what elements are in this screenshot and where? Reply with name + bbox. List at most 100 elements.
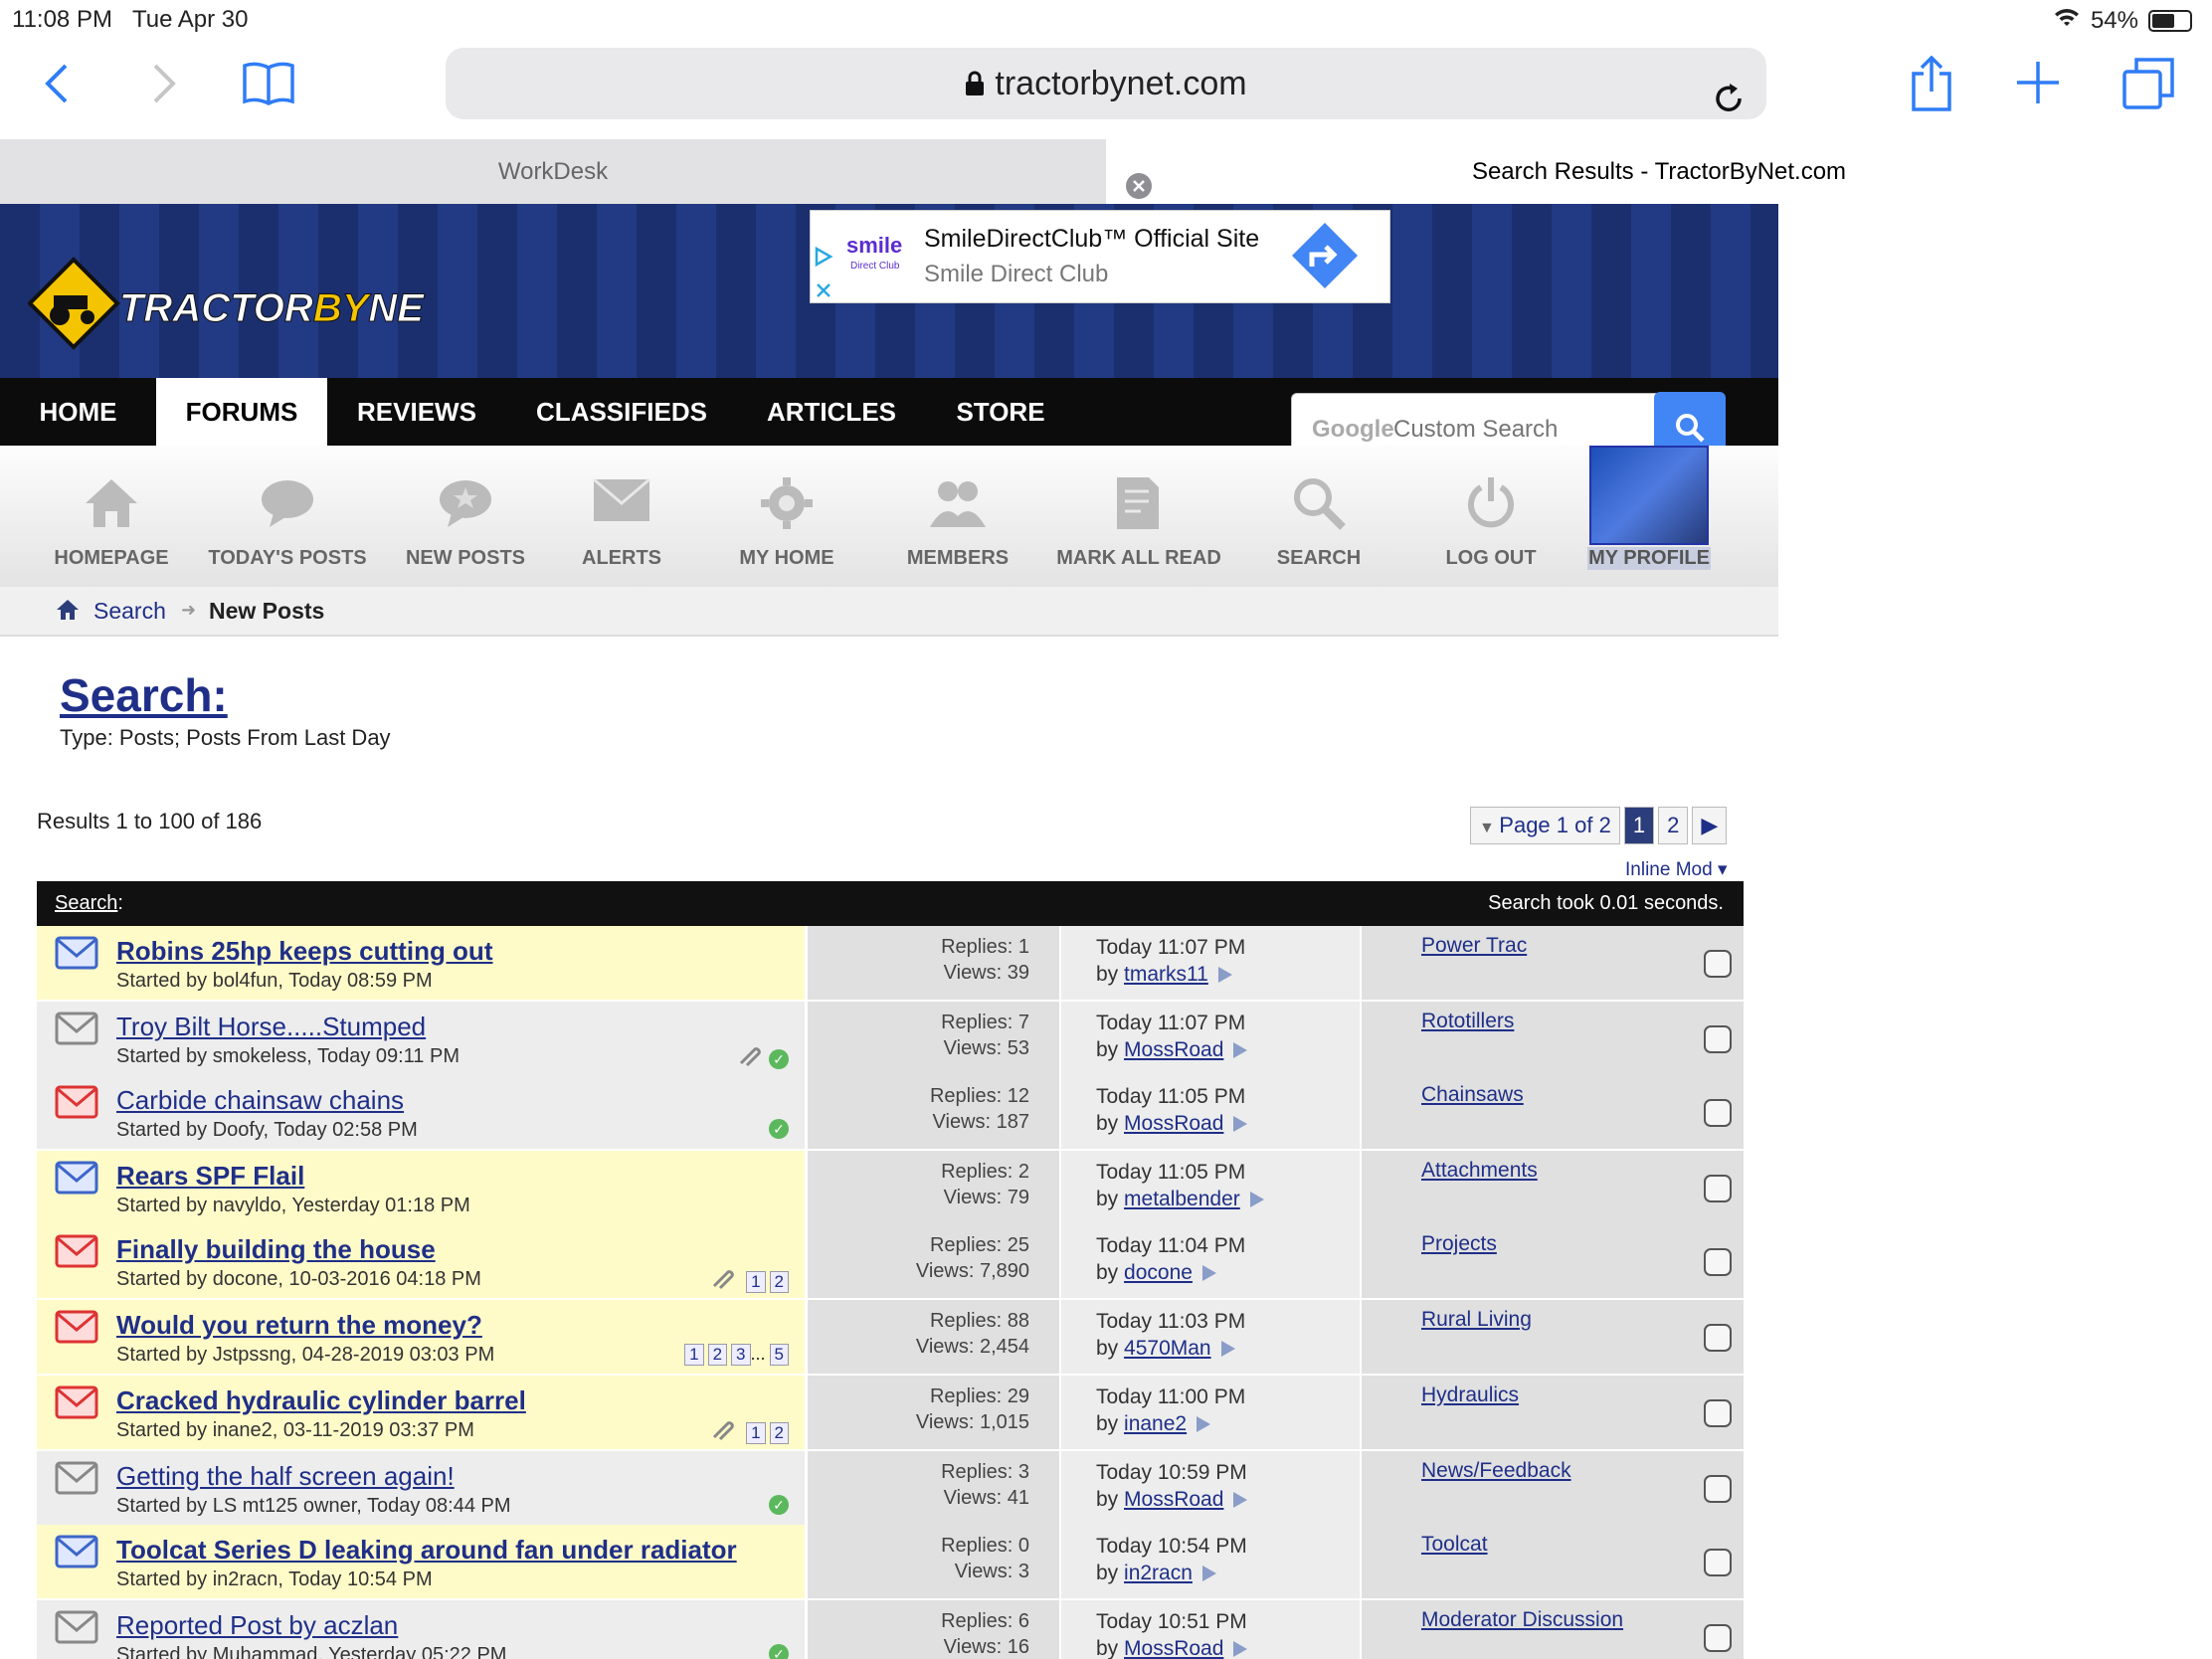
thread-page-link[interactable]: 1: [746, 1421, 766, 1444]
last-poster-link[interactable]: MossRoad: [1124, 1637, 1223, 1659]
header-search-link[interactable]: Search:: [55, 892, 123, 915]
subnav-members[interactable]: MEMBERS: [893, 446, 1022, 587]
new-tab-icon[interactable]: [2015, 60, 2061, 110]
site-logo[interactable]: TRACTORBYNET: [27, 256, 452, 360]
last-poster-link[interactable]: in2racn: [1124, 1562, 1193, 1584]
subnav-new-posts[interactable]: NEW POSTS: [398, 446, 533, 587]
last-poster-link[interactable]: metalbender: [1124, 1188, 1240, 1210]
thread-page-link[interactable]: 5: [769, 1344, 789, 1366]
last-poster-link[interactable]: MossRoad: [1124, 1112, 1223, 1135]
google-label: Google: [1312, 416, 1394, 443]
nav-articles[interactable]: ARTICLES: [737, 378, 926, 446]
page-jump[interactable]: ▼ Page 1 of 2: [1470, 807, 1620, 844]
subnav-search[interactable]: SEARCH: [1269, 446, 1369, 587]
page-1[interactable]: 1: [1623, 807, 1655, 844]
go-to-last-post-icon[interactable]: [1201, 1566, 1216, 1582]
thread-title-link[interactable]: Troy Bilt Horse.....Stumped: [116, 1012, 426, 1042]
subnav-todays-posts[interactable]: TODAY'S POSTS: [205, 446, 370, 587]
search-input[interactable]: [1393, 412, 1642, 448]
last-poster-link[interactable]: inane2: [1124, 1412, 1187, 1435]
forum-link[interactable]: Attachments: [1421, 1159, 1538, 1182]
forum-link[interactable]: Hydraulics: [1421, 1383, 1519, 1406]
go-to-last-post-icon[interactable]: [1233, 1116, 1248, 1133]
nav-store[interactable]: STORE: [926, 378, 1075, 446]
thread-select-checkbox[interactable]: [1704, 1399, 1732, 1427]
forum-link[interactable]: Toolcat: [1421, 1533, 1488, 1556]
thread-page-link[interactable]: 1: [684, 1344, 704, 1366]
thread-page-link[interactable]: 2: [769, 1270, 789, 1293]
thread-title-link[interactable]: Cracked hydraulic cylinder barrel: [116, 1385, 526, 1416]
nav-classifieds[interactable]: CLASSIFIEDS: [506, 378, 737, 446]
go-to-last-post-icon[interactable]: [1220, 1341, 1235, 1358]
thread-select-checkbox[interactable]: [1704, 1475, 1732, 1503]
ad-choices-icon[interactable]: [813, 243, 834, 307]
forum-link[interactable]: Rural Living: [1421, 1308, 1532, 1331]
ad-directions-icon[interactable]: [1290, 221, 1360, 295]
breadcrumb-search-link[interactable]: Search: [93, 598, 166, 625]
nav-forums[interactable]: FORUMS: [156, 378, 327, 446]
forum-link[interactable]: Rototillers: [1421, 1010, 1514, 1032]
go-to-last-post-icon[interactable]: [1249, 1192, 1264, 1208]
go-to-last-post-icon[interactable]: [1217, 967, 1232, 984]
thread-title-link[interactable]: Rears SPF Flail: [116, 1161, 304, 1192]
thread-title-link[interactable]: Toolcat Series D leaking around fan unde…: [116, 1535, 737, 1566]
thread-select-checkbox[interactable]: [1704, 1025, 1732, 1053]
next-page-icon[interactable]: ▶: [1692, 807, 1728, 844]
thread-page-link[interactable]: 2: [707, 1344, 728, 1366]
go-to-last-post-icon[interactable]: [1201, 1265, 1216, 1282]
go-to-last-post-icon[interactable]: [1197, 1416, 1211, 1433]
subnav-my-profile[interactable]: MY PROFILE: [1587, 446, 1711, 587]
last-poster-link[interactable]: tmarks11: [1124, 963, 1208, 986]
ad-banner[interactable]: smile Direct Club SmileDirectClub™ Offic…: [810, 210, 1390, 303]
go-to-last-post-icon[interactable]: [1233, 1492, 1248, 1509]
last-poster-link[interactable]: docone: [1124, 1261, 1193, 1284]
thread-title-link[interactable]: Reported Post by aczlan: [116, 1610, 398, 1641]
home-icon[interactable]: [56, 599, 80, 627]
back-icon[interactable]: [44, 62, 70, 110]
forum-link[interactable]: Projects: [1421, 1232, 1497, 1255]
thread-title-link[interactable]: Robins 25hp keeps cutting out: [116, 936, 492, 967]
thread-select-checkbox[interactable]: [1704, 1248, 1732, 1276]
subnav-my-home[interactable]: MY HOME: [722, 446, 851, 587]
tab-search-results[interactable]: Search Results - TractorByNet.com: [1106, 139, 2212, 204]
forward-icon[interactable]: [151, 62, 177, 110]
thread-page-link[interactable]: 3: [731, 1344, 751, 1366]
thread-page-link[interactable]: 1: [746, 1270, 766, 1293]
page-2[interactable]: 2: [1658, 807, 1689, 844]
forum-link[interactable]: Moderator Discussion: [1421, 1608, 1623, 1631]
thread-title-link[interactable]: Would you return the money?: [116, 1310, 482, 1341]
thread-select-checkbox[interactable]: [1704, 1549, 1732, 1576]
forum-link[interactable]: Power Trac: [1421, 934, 1527, 957]
thread-select-checkbox[interactable]: [1704, 1175, 1732, 1202]
go-to-last-post-icon[interactable]: [1233, 1042, 1248, 1059]
reload-icon[interactable]: [1713, 68, 1745, 139]
thread-select-checkbox[interactable]: [1704, 1324, 1732, 1352]
last-poster-link[interactable]: 4570Man: [1124, 1337, 1211, 1360]
forum-link[interactable]: Chainsaws: [1421, 1083, 1524, 1106]
subnav-mark-all-read[interactable]: MARK ALL READ: [1054, 446, 1223, 587]
last-poster-link[interactable]: MossRoad: [1124, 1488, 1223, 1511]
subnav-alerts[interactable]: ALERTS: [563, 446, 680, 587]
last-poster-link[interactable]: MossRoad: [1124, 1038, 1223, 1061]
forum-link[interactable]: News/Feedback: [1421, 1459, 1571, 1482]
thread-select-checkbox[interactable]: [1704, 1099, 1732, 1127]
subnav-homepage[interactable]: HOMEPAGE: [48, 446, 175, 587]
subnav-log-out[interactable]: LOG OUT: [1436, 446, 1546, 587]
thread-title-link[interactable]: Finally building the house: [116, 1234, 436, 1265]
thread-title-link[interactable]: Carbide chainsaw chains: [116, 1085, 404, 1116]
tab-workdesk[interactable]: WorkDesk: [0, 139, 1106, 204]
nav-reviews[interactable]: REVIEWS: [327, 378, 506, 446]
inline-mod-menu[interactable]: Inline Mod ▾: [1625, 858, 1728, 881]
nav-home[interactable]: HOME: [0, 378, 156, 446]
bookmarks-icon[interactable]: [241, 60, 296, 112]
thread-select-checkbox[interactable]: [1704, 1624, 1732, 1652]
tabs-overview-icon[interactable]: [2122, 58, 2174, 114]
page-title[interactable]: Search:: [60, 668, 228, 722]
go-to-last-post-icon[interactable]: [1233, 1641, 1248, 1658]
share-icon[interactable]: [1910, 55, 1953, 116]
thread-select-checkbox[interactable]: [1704, 950, 1732, 978]
results-header: Search: Search took 0.01 seconds.: [37, 881, 1744, 926]
thread-page-link[interactable]: 2: [769, 1421, 789, 1444]
address-bar[interactable]: tractorbynet.com: [446, 48, 1766, 119]
thread-title-link[interactable]: Getting the half screen again!: [116, 1461, 455, 1492]
